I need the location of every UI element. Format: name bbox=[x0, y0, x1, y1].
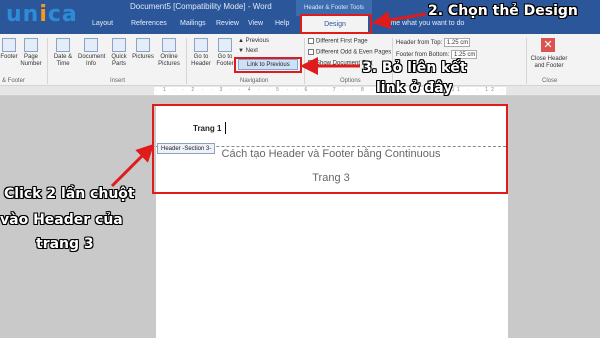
annotation-arrows bbox=[110, 11, 427, 188]
annotation-step-2: 2. Chọn thẻ Design bbox=[428, 3, 578, 19]
annotation-step-1-line-3: trang 3 bbox=[36, 236, 94, 252]
annotation-step-1-line-2: vào Header của bbox=[0, 212, 123, 228]
arrow-to-header bbox=[110, 143, 155, 188]
arrow-to-design-tab bbox=[372, 11, 427, 29]
annotation-step-1-line-1: Click 2 lần chuột bbox=[4, 186, 135, 202]
annotation-step-3-line-2: link ở đây bbox=[376, 80, 453, 96]
annotation-step-3-line-1: 3. Bỏ liên kết bbox=[362, 60, 467, 76]
